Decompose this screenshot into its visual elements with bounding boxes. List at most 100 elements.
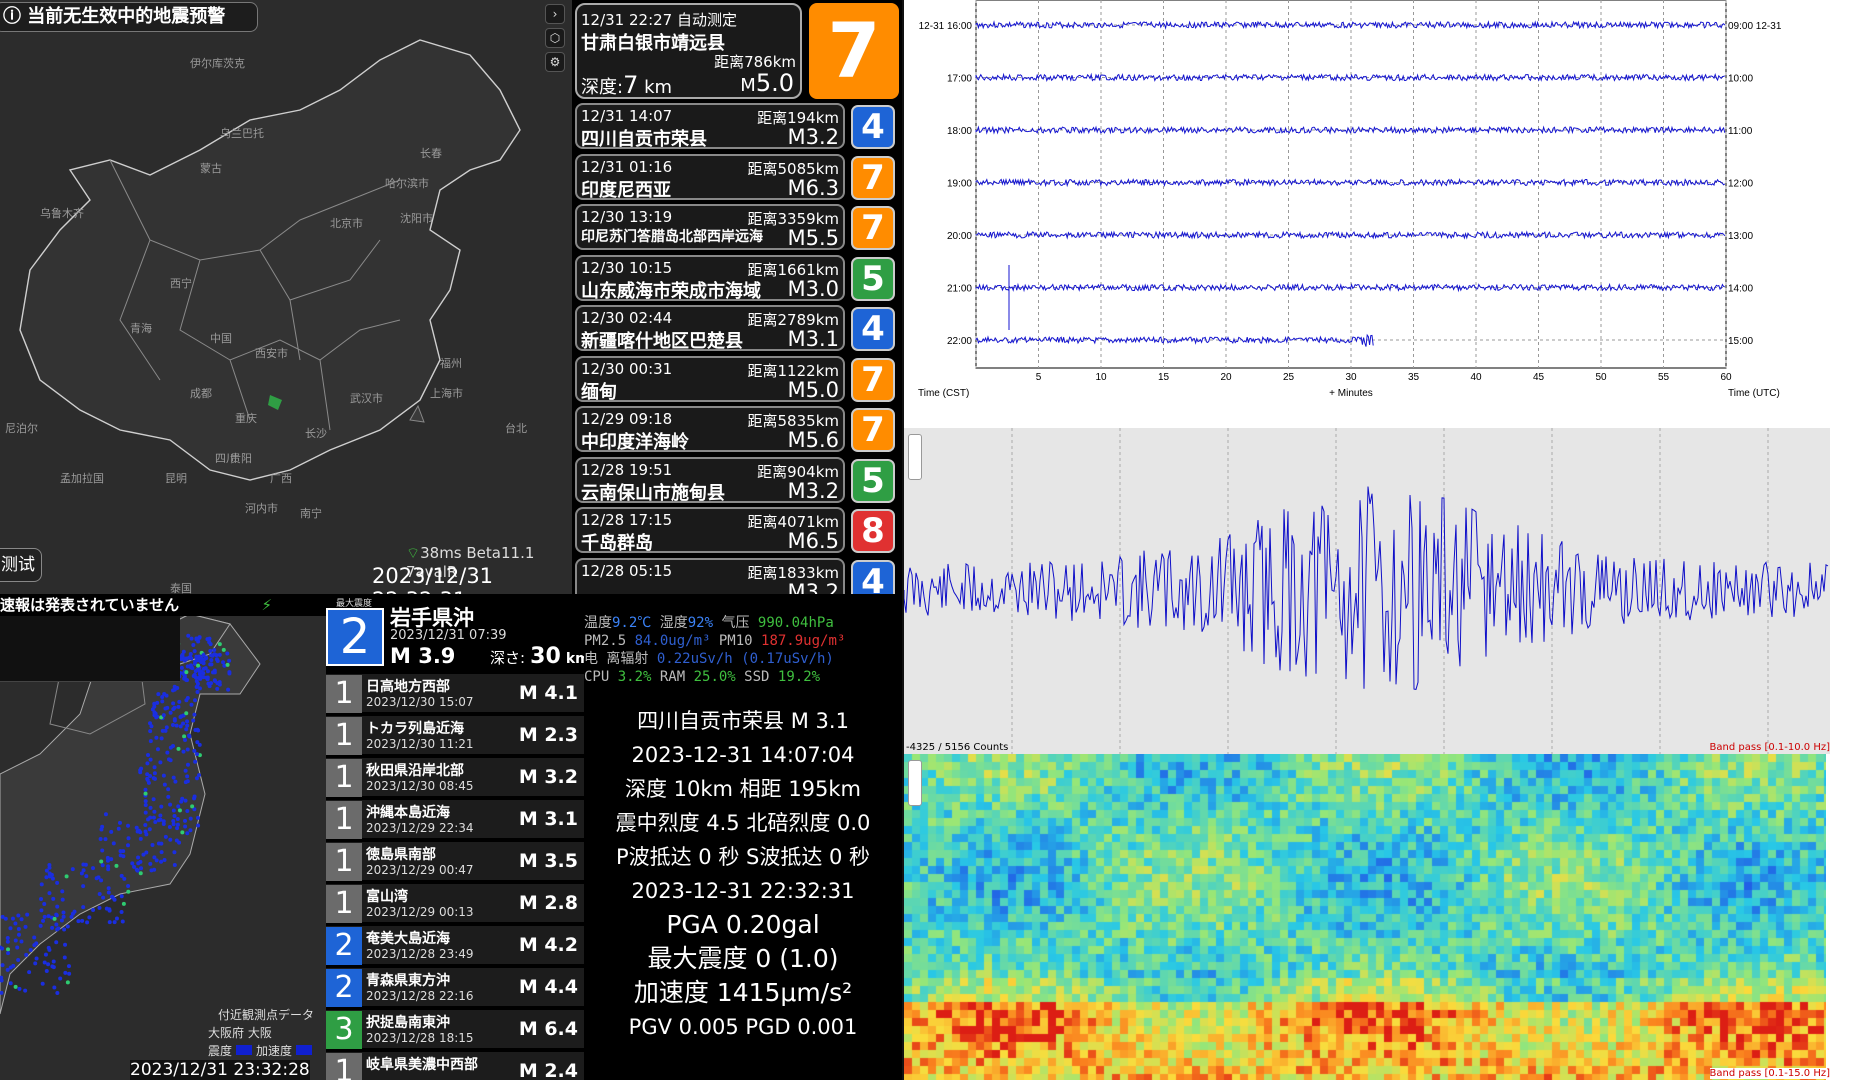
station-dot	[39, 882, 44, 887]
layers-button[interactable]: ⬡	[545, 28, 565, 48]
station-dot	[81, 905, 86, 910]
station-dot	[66, 964, 71, 969]
quake-intensity: 7	[851, 155, 895, 200]
quake-row[interactable]: 12/28 17:15 千岛群岛 距离4071km M6.5 8	[575, 507, 901, 554]
time-left: 20:00	[947, 231, 972, 242]
station-dot	[118, 849, 123, 854]
tick-label: 5	[1036, 372, 1042, 383]
station-dot	[125, 843, 130, 848]
map-label: 南宁	[300, 507, 322, 520]
station-dot	[114, 916, 119, 921]
quake-intensity: 4	[851, 559, 895, 594]
spec-scroll-handle[interactable]	[908, 760, 922, 806]
info-title: 四川自贡市荣县 M 3.1	[637, 709, 849, 733]
japan-map-panel[interactable]: 速報は発表されていません ⚡ 付近観測点データ 大阪府 大阪 震度 加速度 202…	[0, 594, 326, 1080]
station-dot	[146, 780, 151, 785]
station-dot	[146, 753, 151, 758]
time-left: 19:00	[947, 179, 972, 190]
station-dot	[173, 779, 178, 784]
quake-place: 缅甸	[581, 381, 617, 403]
jp-quake-place: 択捉島南東沖	[366, 1015, 450, 1031]
latest-quake-card[interactable]: 12/31 22:27 自动测定 甘肃白银市靖远县 距离786km 深度:7 k…	[575, 3, 901, 99]
tick-label: 20	[1220, 372, 1232, 383]
waveform-trace	[904, 486, 1829, 690]
quake-row[interactable]: 12/30 13:19 印尼苏门答腊岛北部西岸远海 距离3359km M5.5 7	[575, 204, 901, 250]
quake-mag: M3.1	[787, 327, 839, 351]
station-dot	[161, 773, 166, 778]
jp-quake-mag: M 3.5	[518, 850, 578, 872]
time-left: 21:00	[947, 284, 972, 295]
jp-quake-row[interactable]: 2 奄美大島近海 2023/12/28 23:49 M 4.2	[326, 926, 584, 966]
jp-quake-row[interactable]: 1 トカラ列島近海 2023/12/30 11:21 M 2.3	[326, 716, 584, 756]
station-dot	[192, 796, 197, 801]
station-dot	[126, 889, 131, 894]
station-dot	[0, 963, 5, 968]
station-dot	[179, 799, 184, 804]
jp-quake-row[interactable]: 1 徳島県南部 2023/12/29 00:47 M 3.5	[326, 842, 584, 882]
station-dot	[152, 771, 157, 776]
station-dot	[119, 910, 124, 915]
quake-row[interactable]: 12/30 02:44 新疆喀什地区巴楚县 距离2789km M3.1 4	[575, 305, 901, 352]
station-dot	[179, 653, 184, 658]
bolt-icon: ⚡	[261, 596, 272, 614]
quake-row[interactable]: 12/31 01:16 印度尼西亚 距离5085km M6.3 7	[575, 153, 901, 201]
station-dot	[188, 652, 193, 657]
quake-time: 12/28 05:15	[581, 561, 673, 580]
station-dot	[85, 920, 90, 925]
station-dot	[158, 813, 163, 818]
quake-row[interactable]: 12/29 09:18 中印度洋海岭 距离5835km M5.6 7	[575, 406, 901, 453]
jp-quake-row[interactable]: 2 青森県東方沖 2023/12/28 22:16 M 4.4	[326, 968, 584, 1008]
quake-row-box: 12/30 00:31 缅甸 距离1122km M5.0	[575, 355, 845, 403]
latest-quake-time: 12/31 22:27 自动测定	[581, 11, 737, 29]
station-dot	[134, 867, 139, 872]
legend-intensity-swatch	[235, 1045, 252, 1055]
station-dot	[177, 808, 182, 813]
legend-intensity-label: 震度	[208, 1044, 233, 1058]
station-dot	[97, 891, 102, 896]
station-dot	[192, 649, 197, 654]
test-button[interactable]: 测试	[0, 548, 42, 582]
jp-quake-row[interactable]: 1 富山湾 2023/12/29 00:13 M 2.8	[326, 884, 584, 924]
japan-clock: 2023/12/31 23:32:28	[130, 1060, 310, 1080]
china-clock: 2023/12/31 22:32:31	[372, 564, 494, 594]
quake-row[interactable]: 12/30 10:15 山东威海市荣成市海域 距离1661km M3.0 5	[575, 254, 901, 302]
station-dot	[185, 774, 190, 779]
quake-row[interactable]: 12/31 14:07 四川自贡市荣县 距离194km M3.2 4	[575, 103, 901, 150]
wave-scroll-handle[interactable]	[908, 434, 922, 480]
quake-place: 四川自贡市荣县	[581, 129, 707, 150]
quake-intensity: 7	[851, 408, 895, 452]
jp-latest-quake[interactable]: 最大震度 2 岩手県沖 2023/12/31 07:39 M 3.9 深さ: 3…	[326, 594, 584, 672]
jp-latest-time: 2023/12/31 07:39	[390, 628, 507, 643]
tick-label: 25	[1283, 372, 1295, 383]
settings-button[interactable]: ⚙	[545, 52, 565, 72]
station-dot	[76, 919, 81, 924]
map-label: 哈尔滨市	[385, 177, 429, 190]
jp-quake-row[interactable]: 1 岐阜県美濃中西部 M 2.4	[326, 1052, 584, 1080]
jp-quake-row[interactable]: 1 沖縄本島近海 2023/12/29 22:34 M 3.1	[326, 800, 584, 840]
quake-row[interactable]: 12/30 00:31 缅甸 距离1122km M5.0 7	[575, 355, 901, 403]
jp-quake-row[interactable]: 1 秋田県沿岸北部 2023/12/30 08:45 M 3.2	[326, 758, 584, 798]
station-dot	[183, 768, 188, 773]
eew-status-header: 速報は発表されていません ⚡	[0, 594, 326, 616]
quake-intensity: 4	[851, 307, 895, 351]
japan-quake-list: 最大震度 2 岩手県沖 2023/12/31 07:39 M 3.9 深さ: 3…	[326, 594, 584, 1080]
jp-quake-time: 2023/12/30 11:21	[366, 737, 474, 751]
quake-mag: M3.2	[787, 125, 839, 149]
station-dot	[98, 837, 103, 842]
station-dot	[90, 866, 95, 871]
station-dot	[23, 924, 28, 929]
jp-quake-mag: M 3.1	[518, 808, 578, 830]
jp-quake-row[interactable]: 3 択捉島南東沖 2023/12/28 18:15 M 6.4	[326, 1010, 584, 1050]
expand-button[interactable]: ›	[545, 4, 565, 24]
station-dot	[176, 804, 181, 809]
quake-row[interactable]: 12/28 19:51 云南保山市施甸县 距离904km M3.2 5	[575, 456, 901, 504]
station-dot	[107, 920, 112, 925]
china-map-panel[interactable]: ⓘ 当前无生效中的地震预警 › ⬡ ⚙ 伊尔库茨克 乌兰巴托 蒙古 乌鲁木齐 长春 哈尔滨…	[0, 0, 572, 594]
station-dot	[152, 809, 157, 814]
station-dot	[55, 904, 60, 909]
jp-quake-intensity: 3	[326, 1011, 362, 1049]
station-dot	[19, 939, 24, 944]
jp-quake-row[interactable]: 1 日高地方西部 2023/12/30 15:07 M 4.1	[326, 674, 584, 714]
quake-row[interactable]: 12/28 05:15 距离1833km M3.2 4	[575, 557, 901, 594]
station-dot	[58, 976, 63, 981]
